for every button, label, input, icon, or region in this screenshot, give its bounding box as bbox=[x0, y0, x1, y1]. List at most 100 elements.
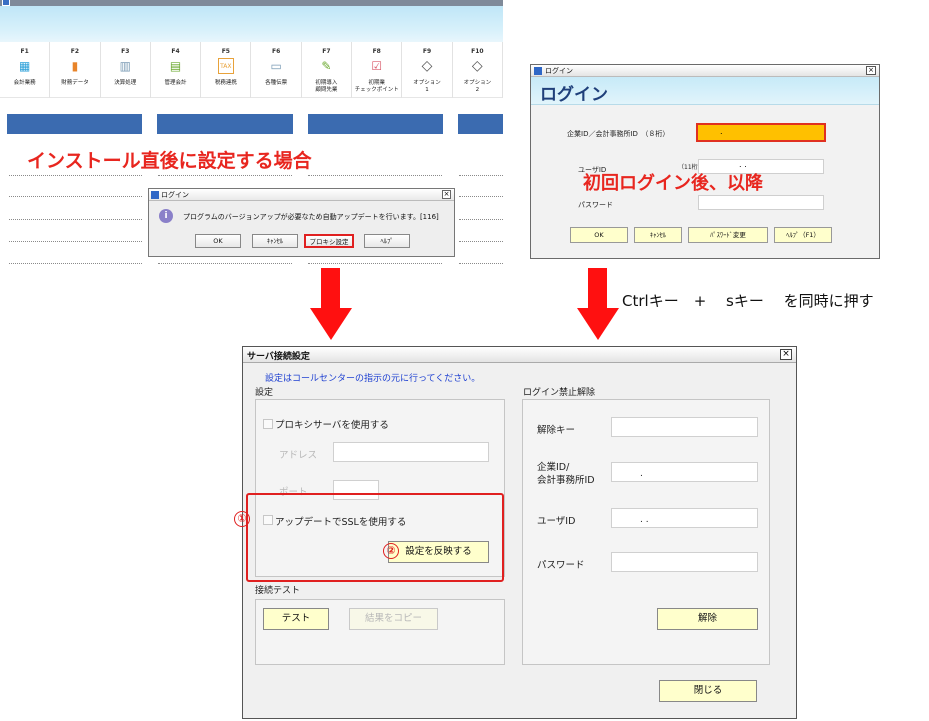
cancel-button[interactable]: ｷｬﾝｾﾙ bbox=[634, 227, 682, 243]
fkey-label: 税務連携 bbox=[214, 80, 237, 86]
unlock-key-label: 解除キー bbox=[537, 425, 576, 436]
fkey-code: F4 bbox=[171, 48, 180, 55]
category-bar[interactable] bbox=[7, 114, 142, 134]
address-input[interactable] bbox=[333, 442, 489, 462]
fkey-label: 決算処理 bbox=[114, 80, 137, 86]
dialog-titlebar: ログイン × bbox=[531, 65, 879, 77]
update-login-dialog: ログイン × i プログラムのバージョンアップが必要なため自動アップデートを行い… bbox=[148, 188, 455, 257]
bar-chart-icon: ▮ bbox=[71, 59, 79, 73]
unlock-section-label: ログイン禁止解除 bbox=[523, 388, 596, 398]
fkey-label: オプション 1 bbox=[413, 80, 441, 93]
tax-icon: TAX bbox=[217, 58, 234, 74]
help-button[interactable]: ﾍﾙﾌﾟ（F1） bbox=[774, 227, 832, 243]
dialog-title: ログイン bbox=[161, 191, 189, 199]
callcenter-note: 設定はコールセンターの指示の元に行ってください。 bbox=[265, 374, 481, 384]
close-icon[interactable]: × bbox=[866, 66, 876, 75]
ledger-icon: ▤ bbox=[169, 59, 182, 73]
company-id-field[interactable]: . bbox=[696, 123, 826, 142]
shortcut-instruction: Ctrlキー + sキー を同時に押す bbox=[622, 292, 874, 310]
copy-result-button[interactable]: 結果をコピー bbox=[349, 608, 438, 630]
user-id-input[interactable]: . . bbox=[611, 508, 758, 528]
app-header-banner bbox=[0, 6, 503, 42]
dialog-titlebar: サーバ接続設定 × bbox=[243, 347, 796, 363]
dialog-titlebar: ログイン × bbox=[149, 189, 454, 201]
fkey-f5[interactable]: F5 TAX 税務連携 bbox=[201, 42, 252, 98]
help-button[interactable]: ﾍﾙﾌﾟ bbox=[364, 234, 410, 248]
fkey-f9[interactable]: F9 ◇ オプション 1 bbox=[402, 42, 453, 98]
use-proxy-checkbox[interactable] bbox=[263, 419, 273, 429]
install-annotation: インストール直後に設定する場合 bbox=[27, 150, 312, 172]
test-button[interactable]: テスト bbox=[263, 608, 329, 630]
fkey-code: F9 bbox=[422, 48, 432, 55]
slip-icon: ▭ bbox=[270, 59, 282, 73]
fkey-code: F8 bbox=[372, 48, 381, 55]
app-icon bbox=[151, 191, 159, 199]
checkpoint-icon: ☑ bbox=[371, 59, 383, 73]
fkey-f7[interactable]: F7 ✎ 初期導入 顧問先業 bbox=[302, 42, 353, 98]
password-label: パスワード bbox=[537, 560, 585, 571]
fkey-code: F10 bbox=[471, 48, 484, 55]
close-button[interactable]: 閉じる bbox=[659, 680, 757, 702]
password-field[interactable] bbox=[698, 195, 824, 210]
user-id-label: ユーザID bbox=[537, 516, 576, 527]
close-icon[interactable]: × bbox=[442, 190, 451, 199]
category-bar[interactable] bbox=[458, 114, 503, 134]
fkey-f3[interactable]: F3 ▥ 決算処理 bbox=[101, 42, 151, 98]
fkey-f1[interactable]: F1 ▦ 会計業務 bbox=[0, 42, 51, 98]
update-message: プログラムのバージョンアップが必要なため自動アップデートを行います。[116] bbox=[183, 213, 439, 221]
fkey-f10[interactable]: F10 ◇ オプション 2 bbox=[453, 42, 503, 98]
step-marker-1: ① bbox=[234, 511, 250, 527]
company-id-label: 企業ID／会計事務所ID （８桁） bbox=[567, 130, 670, 138]
fkey-label: 財務データ bbox=[61, 80, 89, 86]
use-proxy-label: プロキシサーバを使用する bbox=[275, 420, 389, 431]
fkey-code: F2 bbox=[70, 48, 80, 55]
fkey-label: 各種伝票 bbox=[265, 80, 288, 86]
fkey-label: 初期導入 顧問先業 bbox=[315, 80, 338, 93]
unlock-key-input[interactable] bbox=[611, 417, 758, 437]
server-connection-dialog: サーバ接続設定 × 設定はコールセンターの指示の元に行ってください。 設定 プロ… bbox=[234, 346, 797, 719]
login-dialog: ログイン × ログイン 企業ID／会計事務所ID （８桁） . ユーザID （1… bbox=[530, 64, 880, 259]
fkey-code: F3 bbox=[121, 48, 130, 55]
annotation-box bbox=[246, 493, 504, 582]
dialog-title: ログイン bbox=[545, 67, 573, 75]
diamond-icon: ◇ bbox=[471, 58, 483, 74]
settings-section-label: 設定 bbox=[255, 388, 274, 398]
cancel-button[interactable]: ｷｬﾝｾﾙ bbox=[252, 234, 298, 248]
ok-button[interactable]: OK bbox=[570, 227, 628, 243]
fkey-code: F7 bbox=[322, 48, 331, 55]
step-marker-2: ② bbox=[383, 543, 399, 559]
fkey-f2[interactable]: F2 ▮ 財務データ bbox=[50, 42, 101, 98]
function-key-bar: F1 ▦ 会計業務 F2 ▮ 財務データ F3 ▥ 決算処理 F4 ▤ 管理会計 F5 TAX 税務連携 F6… bbox=[0, 42, 503, 98]
company-id-input[interactable]: . bbox=[611, 462, 758, 482]
unlock-button[interactable]: 解除 bbox=[657, 608, 758, 630]
calculator-icon: ▦ bbox=[18, 59, 31, 73]
fkey-f6[interactable]: F6 ▭ 各種伝票 bbox=[251, 42, 302, 98]
app-icon bbox=[534, 67, 542, 75]
close-icon[interactable]: × bbox=[780, 349, 792, 360]
menu-category-bars bbox=[0, 114, 503, 134]
fkey-f4[interactable]: F4 ▤ 管理会計 bbox=[151, 42, 202, 98]
dialog-title: サーバ接続設定 bbox=[247, 352, 310, 362]
fkey-code: F1 bbox=[20, 48, 29, 55]
fkey-f8[interactable]: F8 ☑ 初期業 チェックポイント bbox=[352, 42, 403, 98]
setup-icon: ✎ bbox=[321, 59, 332, 73]
books-icon: ▥ bbox=[119, 59, 131, 73]
connection-test-section-label: 接続テスト bbox=[255, 586, 301, 596]
address-label: アドレス bbox=[279, 450, 318, 461]
firm-id-label: 会計事務所ID bbox=[537, 475, 595, 486]
password-label: パスワード bbox=[578, 201, 613, 209]
fkey-label: オプション 2 bbox=[463, 80, 492, 93]
password-input[interactable] bbox=[611, 552, 758, 572]
first-login-annotation: 初回ログイン後、以降 bbox=[583, 173, 763, 194]
proxy-settings-button[interactable]: プロキシ設定 bbox=[304, 234, 354, 248]
ok-button[interactable]: OK bbox=[195, 234, 241, 248]
diamond-icon: ◇ bbox=[421, 58, 433, 74]
fkey-code: F6 bbox=[271, 48, 281, 55]
category-bar[interactable] bbox=[308, 114, 443, 134]
change-password-button[interactable]: ﾊﾟｽﾜｰﾄﾞ変更 bbox=[688, 227, 768, 243]
login-heading: ログイン bbox=[540, 85, 608, 105]
company-id-label: 企業ID/ bbox=[537, 462, 570, 473]
login-banner: ログイン bbox=[531, 77, 879, 105]
fkey-code: F5 bbox=[221, 48, 230, 55]
category-bar[interactable] bbox=[157, 114, 293, 134]
